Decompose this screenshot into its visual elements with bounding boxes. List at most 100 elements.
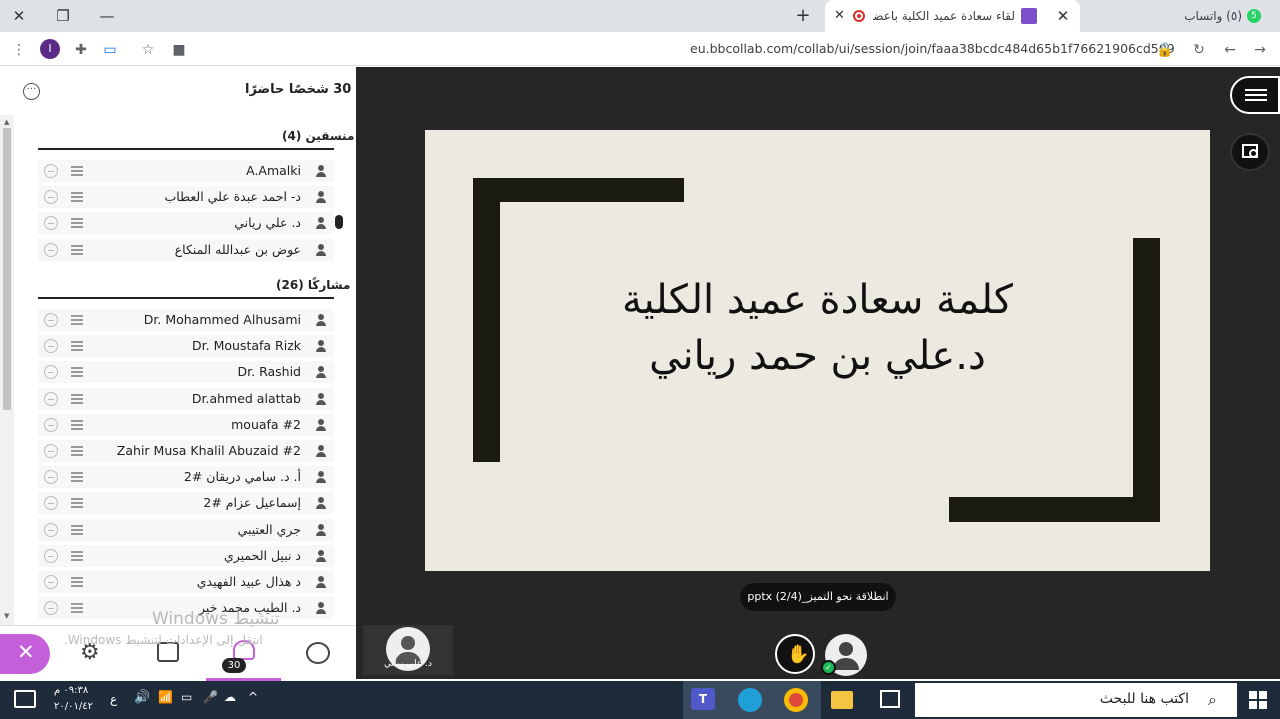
moderator-row[interactable]: A.Amalki <box>38 160 334 182</box>
clock-date[interactable]: ٢٠/٠١/٤٢ <box>54 701 93 712</box>
list-menu-icon[interactable] <box>71 472 83 483</box>
scroll-up-icon[interactable]: ▲ <box>4 118 9 126</box>
new-tab-icon[interactable]: + <box>792 5 814 27</box>
tray-chevron-icon[interactable]: ^ <box>248 690 258 704</box>
content-search-icon[interactable] <box>1230 133 1270 171</box>
notifications-icon[interactable] <box>14 690 36 708</box>
status-circle-icon[interactable] <box>44 417 58 432</box>
battery-icon[interactable]: ▭ <box>181 690 192 704</box>
scroll-down-icon[interactable]: ▼ <box>4 612 9 620</box>
status-circle-icon[interactable] <box>44 216 58 231</box>
attendee-name: Dr. Mohammed Alhusami <box>143 312 301 327</box>
lock-icon[interactable]: 🔒 <box>1156 41 1174 59</box>
more-options-icon[interactable]: ··· <box>23 83 40 100</box>
presenter-video-tile[interactable]: د. علي رياني <box>363 625 453 675</box>
status-circle-icon[interactable] <box>44 339 58 354</box>
volume-icon[interactable]: 🔊 <box>134 690 150 705</box>
list-menu-icon[interactable] <box>71 603 83 614</box>
extensions-icon[interactable]: ✚ <box>72 41 90 59</box>
menu-dots-icon[interactable]: ⋮ <box>10 41 28 59</box>
attendee-name: Dr.ahmed alattab <box>191 390 301 406</box>
status-circle-icon[interactable] <box>44 444 58 458</box>
teams-icon[interactable]: T <box>691 688 715 710</box>
back-icon[interactable]: ← <box>1221 41 1239 59</box>
panel-scrollbar[interactable] <box>0 115 14 625</box>
participant-row[interactable]: Dr. Moustafa Rizk <box>38 335 334 358</box>
status-circle-icon[interactable] <box>44 391 58 406</box>
list-menu-icon[interactable] <box>71 393 83 404</box>
list-menu-icon[interactable] <box>71 218 83 229</box>
status-circle-icon[interactable] <box>44 496 58 511</box>
participant-row[interactable]: إسماعيل عزام #2 <box>38 492 334 515</box>
status-circle-icon[interactable] <box>44 313 58 327</box>
moderator-row[interactable]: د. علي رياني <box>38 212 334 235</box>
status-circle-icon[interactable] <box>44 548 58 563</box>
restore-window-icon[interactable]: ❐ <box>52 5 74 27</box>
participant-row[interactable]: د نبيل الحميري <box>38 544 334 567</box>
camera-blocked-icon[interactable]: ■ <box>170 41 188 59</box>
list-menu-icon[interactable] <box>71 315 83 325</box>
status-circle-icon[interactable] <box>44 601 58 616</box>
list-menu-icon[interactable] <box>71 367 83 378</box>
status-circle-icon[interactable] <box>44 522 58 537</box>
cast-icon[interactable]: ▭ <box>101 41 119 59</box>
status-circle-icon[interactable] <box>44 470 58 485</box>
list-menu-icon[interactable] <box>71 419 83 430</box>
participant-row[interactable]: Dr.ahmed alattab <box>38 387 334 410</box>
list-menu-icon[interactable] <box>71 446 83 456</box>
divider <box>38 297 334 299</box>
participant-row[interactable]: Zahir Musa Khalil Abuzaid #2 <box>38 440 334 462</box>
list-menu-icon[interactable] <box>71 166 83 176</box>
participant-row[interactable]: جري العتيبي <box>38 518 334 541</box>
onedrive-icon[interactable]: ☁ <box>224 690 236 704</box>
tab2-title[interactable]: (٥) واتساب <box>1170 9 1242 23</box>
task-view-icon[interactable] <box>880 690 900 708</box>
scrollbar-thumb[interactable] <box>3 128 11 410</box>
close-window-icon[interactable]: ✕ <box>8 5 30 27</box>
participant-row[interactable]: أ. د. سامي دريقان #2 <box>38 466 334 489</box>
my-status-avatar[interactable]: ✓ <box>821 634 867 676</box>
close-panel-button[interactable]: ✕ <box>0 634 50 674</box>
list-menu-icon[interactable] <box>71 192 83 203</box>
tab-close-icon[interactable]: ✕ <box>834 8 845 23</box>
participant-row[interactable]: د هذال عبيد الفهيدي <box>38 571 334 593</box>
bookmark-star-icon[interactable]: ☆ <box>139 41 157 59</box>
tab2-close-icon[interactable]: ✕ <box>1052 5 1074 27</box>
moderator-row[interactable]: د- احمد عبدة علي العطاب <box>38 186 334 209</box>
chat-icon[interactable] <box>306 642 330 664</box>
chrome-icon[interactable] <box>784 688 808 712</box>
raise-hand-button[interactable]: ✋ <box>775 634 815 674</box>
participant-row[interactable]: Dr. Rashid <box>38 361 334 384</box>
clock-time[interactable]: ٠٩:٣٨ م <box>54 685 88 696</box>
participant-row[interactable]: Dr. Mohammed Alhusami <box>38 309 334 331</box>
status-circle-icon[interactable] <box>44 190 58 205</box>
list-menu-icon[interactable] <box>71 550 83 561</box>
edge-icon[interactable] <box>738 688 762 712</box>
language-indicator[interactable]: ع <box>110 692 117 706</box>
profile-avatar[interactable]: I <box>40 39 60 59</box>
forward-icon[interactable]: → <box>1251 41 1269 59</box>
status-circle-icon[interactable] <box>44 575 58 589</box>
session-menu-button[interactable] <box>1230 76 1280 114</box>
participant-row[interactable]: mouafa #2 <box>38 413 334 436</box>
url-text[interactable]: eu.bbcollab.com/collab/ui/session/join/f… <box>690 41 1175 56</box>
list-menu-icon[interactable] <box>71 577 83 587</box>
tab-active[interactable]: ✕ لقاء سعادة عميد الكلية باعضاء <box>825 0 1080 32</box>
list-menu-icon[interactable] <box>71 244 83 255</box>
taskbar-search-input[interactable]: اكتب هنا للبحث <box>915 683 1237 717</box>
list-menu-icon[interactable] <box>71 341 83 352</box>
status-circle-icon[interactable] <box>44 242 58 257</box>
reload-icon[interactable]: ↻ <box>1190 41 1208 59</box>
file-name-pill[interactable]: انطلاقة نحو التميز_pptx (2/4) <box>740 583 896 611</box>
list-menu-icon[interactable] <box>71 498 83 509</box>
status-circle-icon[interactable] <box>44 365 58 380</box>
microphone-tray-icon[interactable]: 🎤 <box>203 690 218 704</box>
minimize-window-icon[interactable]: — <box>96 5 118 27</box>
windows-start-icon[interactable] <box>1249 691 1267 709</box>
moderator-row[interactable]: عوض بن عبدالله المنكاع <box>38 238 334 261</box>
list-menu-icon[interactable] <box>71 524 83 535</box>
status-circle-icon[interactable] <box>44 164 58 178</box>
user-icon <box>314 523 328 537</box>
wifi-icon[interactable]: 📶 <box>158 690 173 704</box>
file-explorer-icon[interactable] <box>831 691 853 709</box>
